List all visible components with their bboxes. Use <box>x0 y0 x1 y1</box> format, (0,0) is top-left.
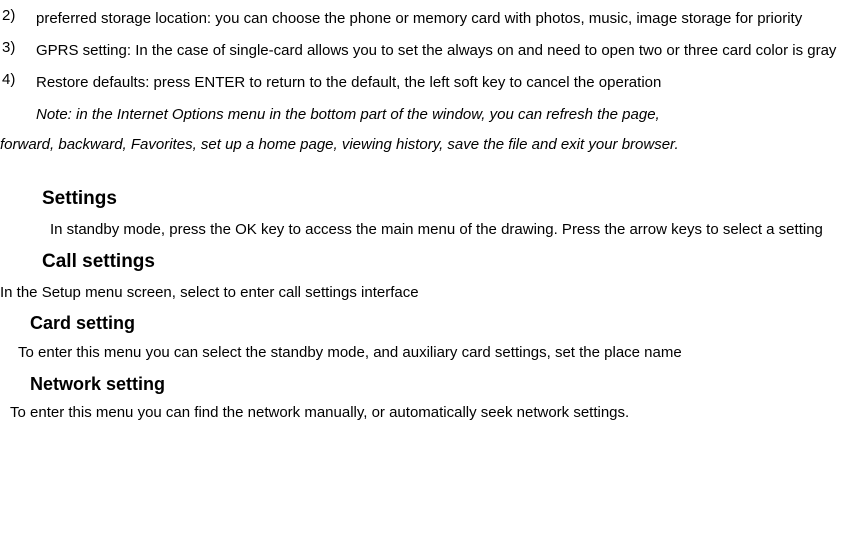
call-settings-text: In the Setup menu screen, select to ente… <box>0 280 860 306</box>
network-setting-heading: Network setting <box>30 370 860 399</box>
list-number: 2) <box>0 4 36 34</box>
note-line-1: Note: in the Internet Options menu in th… <box>0 100 860 130</box>
note-line-2: forward, backward, Favorites, set up a h… <box>0 130 860 160</box>
settings-heading: Settings <box>42 184 860 214</box>
list-item-3: 3) GPRS setting: In the case of single-c… <box>0 36 860 66</box>
list-item-4: 4) Restore defaults: press ENTER to retu… <box>0 68 860 98</box>
call-settings-heading: Call settings <box>42 247 860 277</box>
list-text: Restore defaults: press ENTER to return … <box>36 68 860 98</box>
network-setting-text: To enter this menu you can find the netw… <box>10 400 860 426</box>
list-text: preferred storage location: you can choo… <box>36 4 860 34</box>
settings-text: In standby mode, press the OK key to acc… <box>0 216 860 243</box>
list-item-2: 2) preferred storage location: you can c… <box>0 4 860 34</box>
list-number: 4) <box>0 68 36 98</box>
card-setting-text: To enter this menu you can select the st… <box>18 340 860 366</box>
list-text: GPRS setting: In the case of single-card… <box>36 36 860 66</box>
card-setting-heading: Card setting <box>30 309 860 338</box>
list-number: 3) <box>0 36 36 66</box>
